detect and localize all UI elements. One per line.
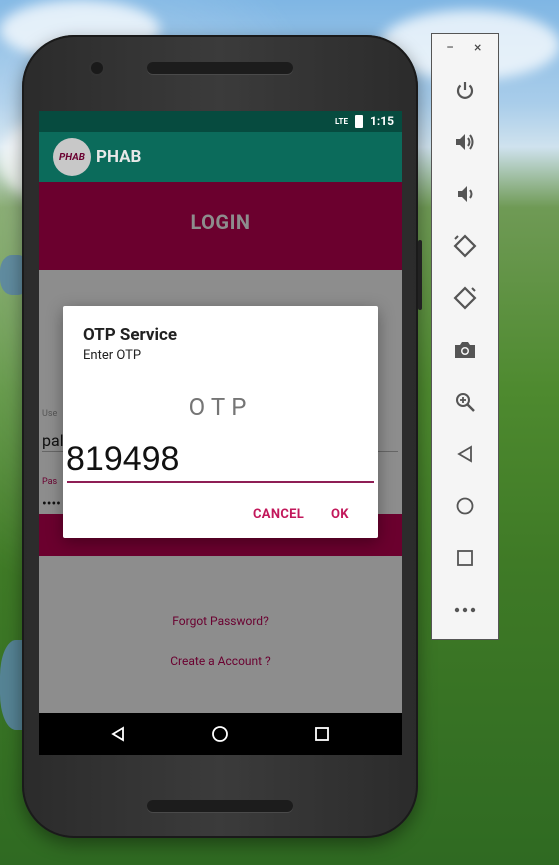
minimize-button[interactable]: − xyxy=(446,40,454,56)
overview-icon[interactable] xyxy=(449,542,481,574)
status-bar: LTE 1:15 xyxy=(39,111,402,132)
power-icon[interactable] xyxy=(449,74,481,106)
username-label: Use xyxy=(42,409,58,419)
volume-down-icon[interactable] xyxy=(449,178,481,210)
front-camera xyxy=(91,62,103,74)
otp-hint: OTP xyxy=(188,393,253,421)
app-bar: PHAB PHAB xyxy=(39,132,402,182)
camera-icon[interactable] xyxy=(449,334,481,366)
bottom-speaker xyxy=(147,800,293,812)
navigation-bar xyxy=(39,713,402,755)
cancel-button[interactable]: CANCEL xyxy=(253,507,304,522)
dialog-title: OTP Service xyxy=(83,325,178,345)
lte-signal-icon: LTE xyxy=(335,116,348,126)
rotate-right-icon[interactable] xyxy=(449,282,481,314)
home-icon[interactable] xyxy=(449,490,481,522)
dialog-message: Enter OTP xyxy=(83,348,142,363)
nav-home-icon[interactable] xyxy=(208,722,232,746)
app-title: PHAB xyxy=(96,147,142,167)
forgot-password-link[interactable]: Forgot Password? xyxy=(39,614,402,628)
status-time: 1:15 xyxy=(369,114,394,128)
back-icon[interactable] xyxy=(449,438,481,470)
side-button[interactable] xyxy=(418,240,422,310)
create-account-link[interactable]: Create a Account ? xyxy=(39,654,402,668)
login-title: LOGIN xyxy=(190,210,251,234)
emulator-toolbar: − × xyxy=(431,33,499,640)
login-header: LOGIN xyxy=(39,182,402,270)
top-speaker xyxy=(147,62,293,74)
password-field[interactable]: •••• xyxy=(42,496,61,512)
ok-button[interactable]: OK xyxy=(331,507,349,522)
volume-up-icon[interactable] xyxy=(449,126,481,158)
username-field[interactable]: pal xyxy=(42,431,64,450)
nav-overview-icon[interactable] xyxy=(310,722,334,746)
otp-input-underline xyxy=(67,481,374,483)
zoom-icon[interactable] xyxy=(449,386,481,418)
nav-back-icon[interactable] xyxy=(106,722,130,746)
app-logo: PHAB xyxy=(53,138,91,176)
otp-input[interactable] xyxy=(66,436,372,482)
otp-dialog: OTP Service Enter OTP OTP CANCEL OK xyxy=(63,306,378,538)
battery-icon xyxy=(354,114,363,128)
close-button[interactable]: × xyxy=(474,40,481,56)
password-label: Pas xyxy=(42,477,58,487)
rotate-left-icon[interactable] xyxy=(449,230,481,262)
more-icon[interactable] xyxy=(449,594,481,626)
